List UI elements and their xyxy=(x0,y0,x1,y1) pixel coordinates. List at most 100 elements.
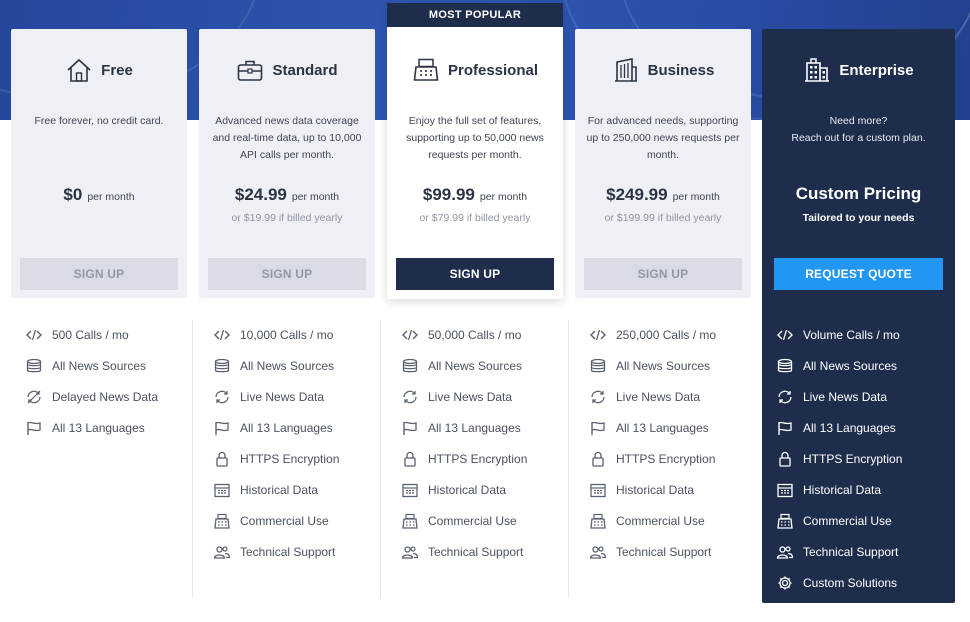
description-line: Reach out for a custom plan. xyxy=(791,132,926,144)
feature-item: 50,000 Calls / mo xyxy=(401,319,527,350)
calendar-icon xyxy=(214,483,230,497)
feature-label: Technical Support xyxy=(240,544,336,559)
feature-item: HTTPS Encryption xyxy=(776,443,902,474)
database-icon xyxy=(26,358,42,372)
calendar-icon xyxy=(590,483,606,497)
feature-item: Volume Calls / mo xyxy=(776,319,902,350)
users-icon xyxy=(776,545,794,559)
lock-icon xyxy=(779,451,791,467)
feature-item: Live News Data xyxy=(776,381,902,412)
sign-up-button-standard[interactable]: SIGN UP xyxy=(208,258,366,290)
database-icon xyxy=(590,358,606,372)
feature-label: 50,000 Calls / mo xyxy=(428,327,522,342)
feature-label: All 13 Languages xyxy=(803,420,896,435)
feature-label: Commercial Use xyxy=(428,513,517,528)
feature-label: Volume Calls / mo xyxy=(803,327,900,342)
feature-label: All News Sources xyxy=(803,358,898,373)
feature-item: 500 Calls / mo xyxy=(25,319,158,350)
feature-list-standard: 10,000 Calls / mo All News Sources Live Ne… xyxy=(213,319,339,567)
lock-icon xyxy=(404,451,416,467)
feature-label: 500 Calls / mo xyxy=(52,327,129,342)
skyscraper-icon xyxy=(805,58,830,82)
yearly-price: or $19.99 if billed yearly xyxy=(231,212,343,224)
plan-name: Professional xyxy=(447,61,539,79)
code-icon xyxy=(26,329,42,340)
column-divider xyxy=(380,320,381,598)
feature-item: Technical Support xyxy=(213,536,339,567)
lock-icon xyxy=(216,451,228,467)
custom-pricing-title: Custom Pricing xyxy=(795,184,922,203)
feature-label: Historical Data xyxy=(803,482,882,497)
feature-item: HTTPS Encryption xyxy=(401,443,527,474)
cash-register-icon xyxy=(413,58,439,81)
description-line: Need more? xyxy=(829,115,888,127)
cash-register-icon xyxy=(590,513,606,529)
code-icon xyxy=(402,329,418,340)
feature-label: HTTPS Encryption xyxy=(240,451,340,466)
flag-icon xyxy=(591,421,605,435)
feature-item: 250,000 Calls / mo xyxy=(589,319,716,350)
price-period: per month xyxy=(291,191,340,203)
feature-label: Live News Data xyxy=(616,389,701,404)
plan-card-business: Business For advanced needs, supporting … xyxy=(575,29,751,298)
plan-price: $99.99 xyxy=(422,185,475,204)
feature-item: Commercial Use xyxy=(401,505,527,536)
flag-icon xyxy=(403,421,417,435)
feature-label: 10,000 Calls / mo xyxy=(240,327,334,342)
code-icon xyxy=(777,329,793,340)
column-divider xyxy=(192,320,193,598)
sign-up-button-professional[interactable]: SIGN UP xyxy=(396,258,554,290)
feature-label: 250,000 Calls / mo xyxy=(616,327,717,342)
feature-item: Commercial Use xyxy=(776,505,902,536)
feature-item: All News Sources xyxy=(589,350,716,381)
feature-item: Live News Data xyxy=(401,381,527,412)
column-divider xyxy=(568,320,569,598)
plan-description: Advanced news data coverage and real-tim… xyxy=(212,115,362,161)
feature-item: Delayed News Data xyxy=(25,381,158,412)
feature-item: Historical Data xyxy=(401,474,527,505)
plan-name: Free xyxy=(101,61,133,79)
plan-description: Free forever, no credit card. xyxy=(34,115,164,127)
feature-item: All News Sources xyxy=(401,350,527,381)
feature-label: Delayed News Data xyxy=(52,389,159,404)
feature-item: All News Sources xyxy=(25,350,158,381)
feature-label: Custom Solutions xyxy=(803,575,898,590)
feature-label: HTTPS Encryption xyxy=(428,451,528,466)
refresh-icon xyxy=(403,390,417,403)
plan-price: $249.99 xyxy=(606,185,668,204)
feature-item: Live News Data xyxy=(589,381,716,412)
feature-item: All 13 Languages xyxy=(213,412,339,443)
feature-label: Historical Data xyxy=(428,482,507,497)
plan-card-professional: MOST POPULAR Professional Enjoy the full… xyxy=(387,3,563,299)
code-icon xyxy=(590,329,606,340)
cash-register-icon xyxy=(402,513,418,529)
lock-icon xyxy=(592,451,604,467)
plan-name: Enterprise xyxy=(839,61,914,79)
calendar-icon xyxy=(777,483,793,497)
plan-name: Business xyxy=(647,61,715,79)
plan-card-free: Free Free forever, no credit card. $0 pe… xyxy=(11,29,187,298)
feature-list-enterprise: Volume Calls / mo All News Sources Live Ne… xyxy=(776,319,902,598)
most-popular-badge: MOST POPULAR xyxy=(387,3,563,27)
plan-card-standard: Standard Advanced news data coverage and… xyxy=(199,29,375,298)
plan-name: Standard xyxy=(272,61,338,79)
building-icon xyxy=(614,58,637,82)
feature-label: Technical Support xyxy=(803,544,899,559)
feature-label: All 13 Languages xyxy=(52,420,145,435)
feature-item: 10,000 Calls / mo xyxy=(213,319,339,350)
gear-icon xyxy=(778,576,792,589)
sign-up-button-business[interactable]: SIGN UP xyxy=(584,258,742,290)
sign-up-button-free[interactable]: SIGN UP xyxy=(20,258,178,290)
price-period: per month xyxy=(87,191,135,203)
feature-label: All News Sources xyxy=(52,358,147,373)
feature-label: Technical Support xyxy=(428,544,524,559)
plan-description: Enjoy the full set of features, supporti… xyxy=(406,115,544,161)
feature-item: Historical Data xyxy=(213,474,339,505)
feature-item: Commercial Use xyxy=(213,505,339,536)
feature-label: All 13 Languages xyxy=(240,420,333,435)
request-quote-button[interactable]: REQUEST QUOTE xyxy=(774,258,943,290)
feature-item: All News Sources xyxy=(776,350,902,381)
feature-label: All News Sources xyxy=(616,358,711,373)
feature-label: All 13 Languages xyxy=(616,420,709,435)
calendar-icon xyxy=(402,483,418,497)
